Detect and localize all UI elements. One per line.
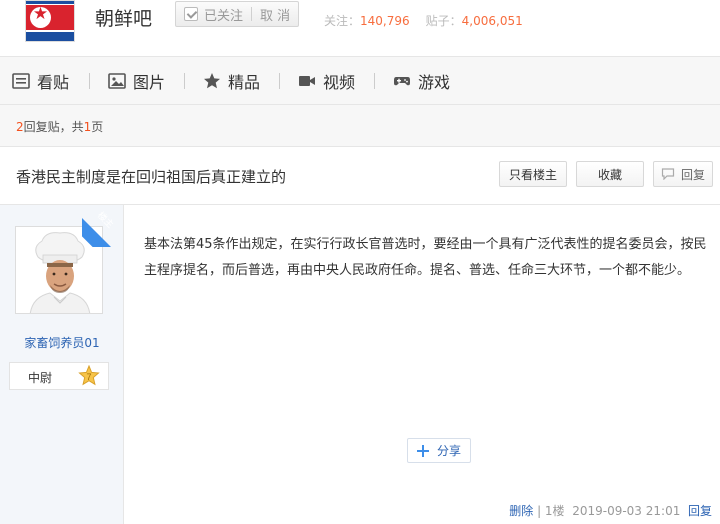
post-content: 基本法第45条作出规定，在实行行政长官普选时，要经由一个具有广泛代表性的提名委员…: [144, 237, 707, 278]
author-rank[interactable]: 中尉 7: [9, 362, 109, 390]
tab-label: 图片: [133, 72, 166, 92]
share-button[interactable]: 分享: [407, 438, 471, 463]
thread-title: 香港民主制度是在回归祖国后真正建立的: [16, 168, 287, 186]
favorite-button[interactable]: 收藏: [576, 161, 644, 187]
page-label: 页: [91, 120, 104, 134]
only-op-button[interactable]: 只看楼主: [499, 161, 567, 187]
forum-name[interactable]: 朝鲜吧: [95, 4, 152, 31]
reply-count-bar: 2回复贴，共1页: [0, 105, 720, 147]
op-badge-label: 楼主: [95, 210, 115, 231]
reply-count-label: 回复贴，共: [23, 120, 84, 134]
level-number: 7: [86, 372, 91, 382]
video-icon: [298, 72, 316, 90]
forum-flag-logo[interactable]: ★: [25, 0, 75, 42]
delete-link[interactable]: 删除: [509, 504, 533, 518]
op-badge: 楼主: [82, 205, 124, 247]
post-reply-link[interactable]: 回复: [688, 504, 712, 518]
follow-status: 已关注: [204, 8, 244, 24]
tab-games[interactable]: 游戏: [393, 57, 450, 104]
divider: [251, 7, 253, 21]
tab-label: 看贴: [37, 72, 70, 92]
level-badge: 7: [78, 364, 100, 387]
follow-button[interactable]: 已关注 取 消: [175, 1, 299, 27]
tab-label: 游戏: [418, 72, 451, 92]
tab-label: 精品: [228, 72, 261, 92]
check-icon: [184, 7, 198, 21]
posts-count-label: 贴子：: [425, 14, 462, 28]
tab-posts[interactable]: 看贴: [12, 57, 69, 104]
reply-button[interactable]: 回复: [653, 161, 713, 187]
tab-images[interactable]: 图片: [108, 57, 165, 104]
post-time: 2019-09-03 21:01: [572, 504, 681, 518]
reply-count: 2: [16, 120, 24, 134]
rank-title: 中尉: [28, 371, 53, 385]
post-tail: 删除 | 1楼 2019-09-03 21:01 回复: [509, 504, 712, 518]
follow-count: 140,796: [360, 14, 410, 28]
forum-stats: 关注：140,796 贴子：4,006,051: [324, 12, 523, 29]
author-name[interactable]: 家畜饲养员01: [0, 334, 124, 351]
tab-video[interactable]: 视频: [298, 57, 355, 104]
tab-featured[interactable]: 精品: [203, 57, 260, 104]
posts-count: 4,006,051: [461, 14, 523, 28]
thread-title-bar: 香港民主制度是在回归祖国后真正建立的 只看楼主 收藏 回复: [0, 147, 720, 205]
comment-icon: [661, 168, 675, 181]
image-icon: [108, 72, 126, 90]
unfollow-button[interactable]: 取 消: [260, 5, 290, 24]
floor-number: 1楼: [544, 504, 565, 518]
list-icon: [12, 72, 30, 90]
reply-count-text: 2回复贴，共1页: [16, 118, 103, 135]
share-icon: [416, 444, 429, 457]
star-icon: [203, 72, 221, 90]
follow-count-label: 关注：: [324, 14, 361, 28]
share-label: 分享: [436, 444, 461, 458]
forum-tabs: 看贴 图片 精品 视频 游戏: [0, 56, 720, 105]
gamepad-icon: [393, 72, 411, 90]
reply-label: 回复: [680, 167, 705, 182]
tab-label: 视频: [323, 72, 356, 92]
